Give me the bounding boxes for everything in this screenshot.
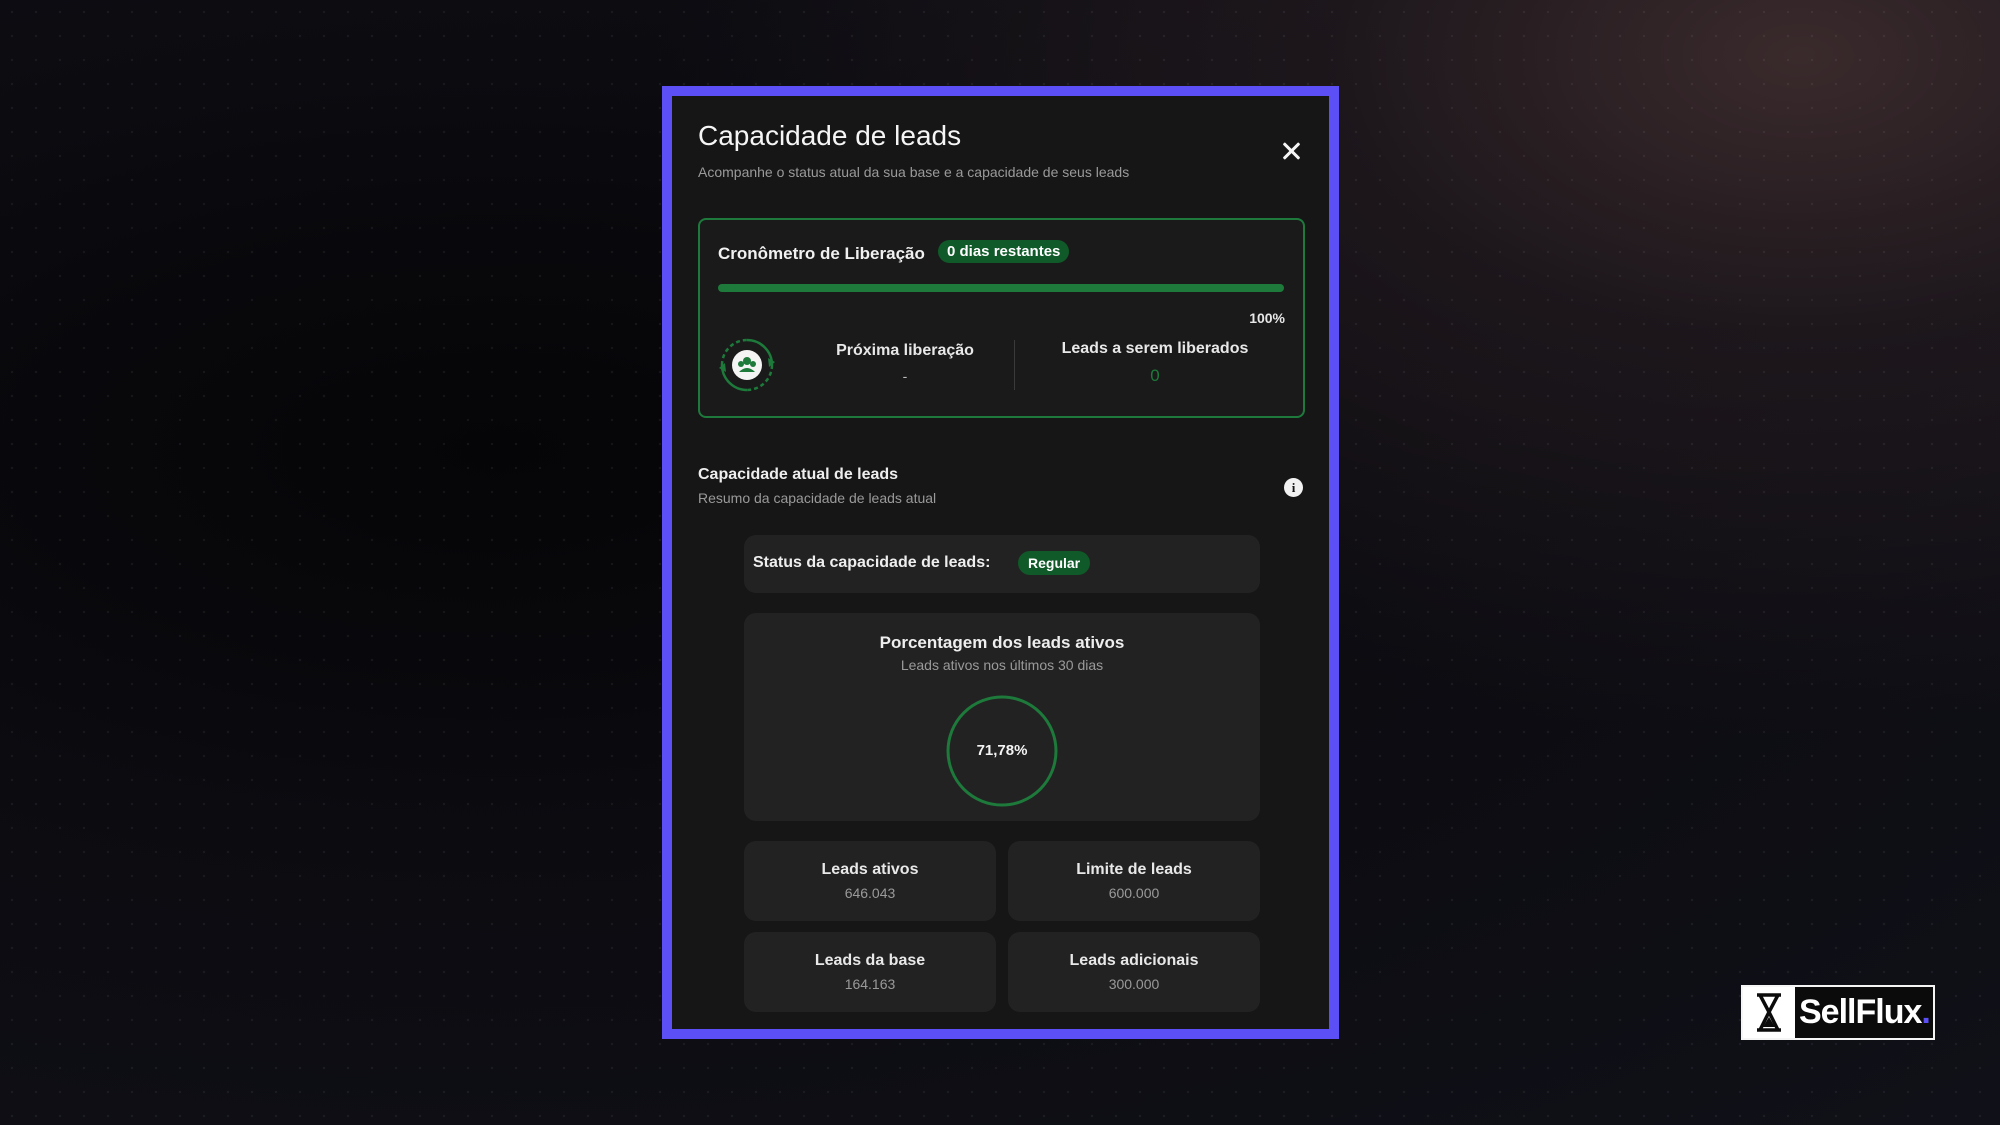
release-timer-card: Cronômetro de Liberação 0 dias restantes… — [698, 218, 1305, 418]
stat-card-lead-limit: Limite de leads 600.000 — [1008, 841, 1260, 921]
stat-value: 300.000 — [1108, 976, 1160, 992]
stat-card-active-leads: Leads ativos 646.043 — [744, 841, 996, 921]
percentage-subtitle: Leads ativos nos últimos 30 dias — [900, 657, 1104, 673]
release-progress-bar — [718, 284, 1284, 292]
stat-label: Leads ativos — [821, 861, 919, 878]
release-progress-label: 100% — [1249, 310, 1285, 326]
stat-value: 646.043 — [844, 885, 896, 901]
status-badge: Regular — [1018, 551, 1091, 575]
stat-label: Leads da base — [814, 952, 926, 969]
days-remaining-badge: 0 dias restantes — [938, 240, 1070, 263]
release-cycle-icon — [719, 338, 775, 392]
capacity-status-row: Status da capacidade de leads: Regular — [744, 535, 1260, 593]
logo-wordmark: SellFlux. — [1799, 993, 1931, 1032]
capacity-status-label: Status da capacidade de leads: — [753, 554, 991, 571]
logo-text: SellFlux — [1799, 993, 1922, 1031]
next-release-label: Próxima liberação — [836, 342, 974, 359]
stat-card-additional-leads: Leads adicionais 300.000 — [1008, 932, 1260, 1012]
timer-title: Cronômetro de Liberação — [718, 244, 925, 263]
stat-value: 164.163 — [844, 976, 896, 992]
info-icon[interactable]: i — [1284, 478, 1303, 497]
close-icon[interactable] — [1278, 138, 1304, 164]
modal-subtitle: Acompanhe o status atual da sua base e a… — [698, 164, 1130, 180]
stat-card-base-leads: Leads da base 164.163 — [744, 932, 996, 1012]
leads-to-release-label: Leads a serem liberados — [1061, 340, 1249, 357]
percentage-title: Porcentagem dos leads ativos — [879, 633, 1125, 652]
active-leads-percentage-card: Porcentagem dos leads ativos Leads ativo… — [744, 613, 1260, 821]
capacity-section-subtitle: Resumo da capacidade de leads atual — [698, 490, 937, 506]
percentage-gauge: 71,78% — [944, 693, 1060, 809]
highlight-frame: Capacidade de leads Acompanhe o status a… — [662, 86, 1339, 1039]
percentage-value: 71,78% — [976, 742, 1028, 759]
logo-dot: . — [1921, 993, 1931, 1031]
lead-capacity-modal: Capacidade de leads Acompanhe o status a… — [672, 96, 1329, 1029]
capacity-section-title: Capacidade atual de leads — [698, 466, 899, 483]
vertical-divider — [1014, 340, 1015, 390]
stat-value: 600.000 — [1108, 885, 1160, 901]
sellflux-logo: SellFlux. — [1741, 985, 1935, 1040]
leads-to-release-value: 0 — [1150, 366, 1160, 385]
stat-label: Leads adicionais — [1069, 952, 1199, 969]
hourglass-logo-icon — [1743, 987, 1795, 1038]
next-release-value: - — [902, 368, 908, 384]
stat-label: Limite de leads — [1076, 861, 1192, 878]
release-progress-fill — [718, 284, 1284, 292]
modal-title: Capacidade de leads — [698, 120, 962, 151]
